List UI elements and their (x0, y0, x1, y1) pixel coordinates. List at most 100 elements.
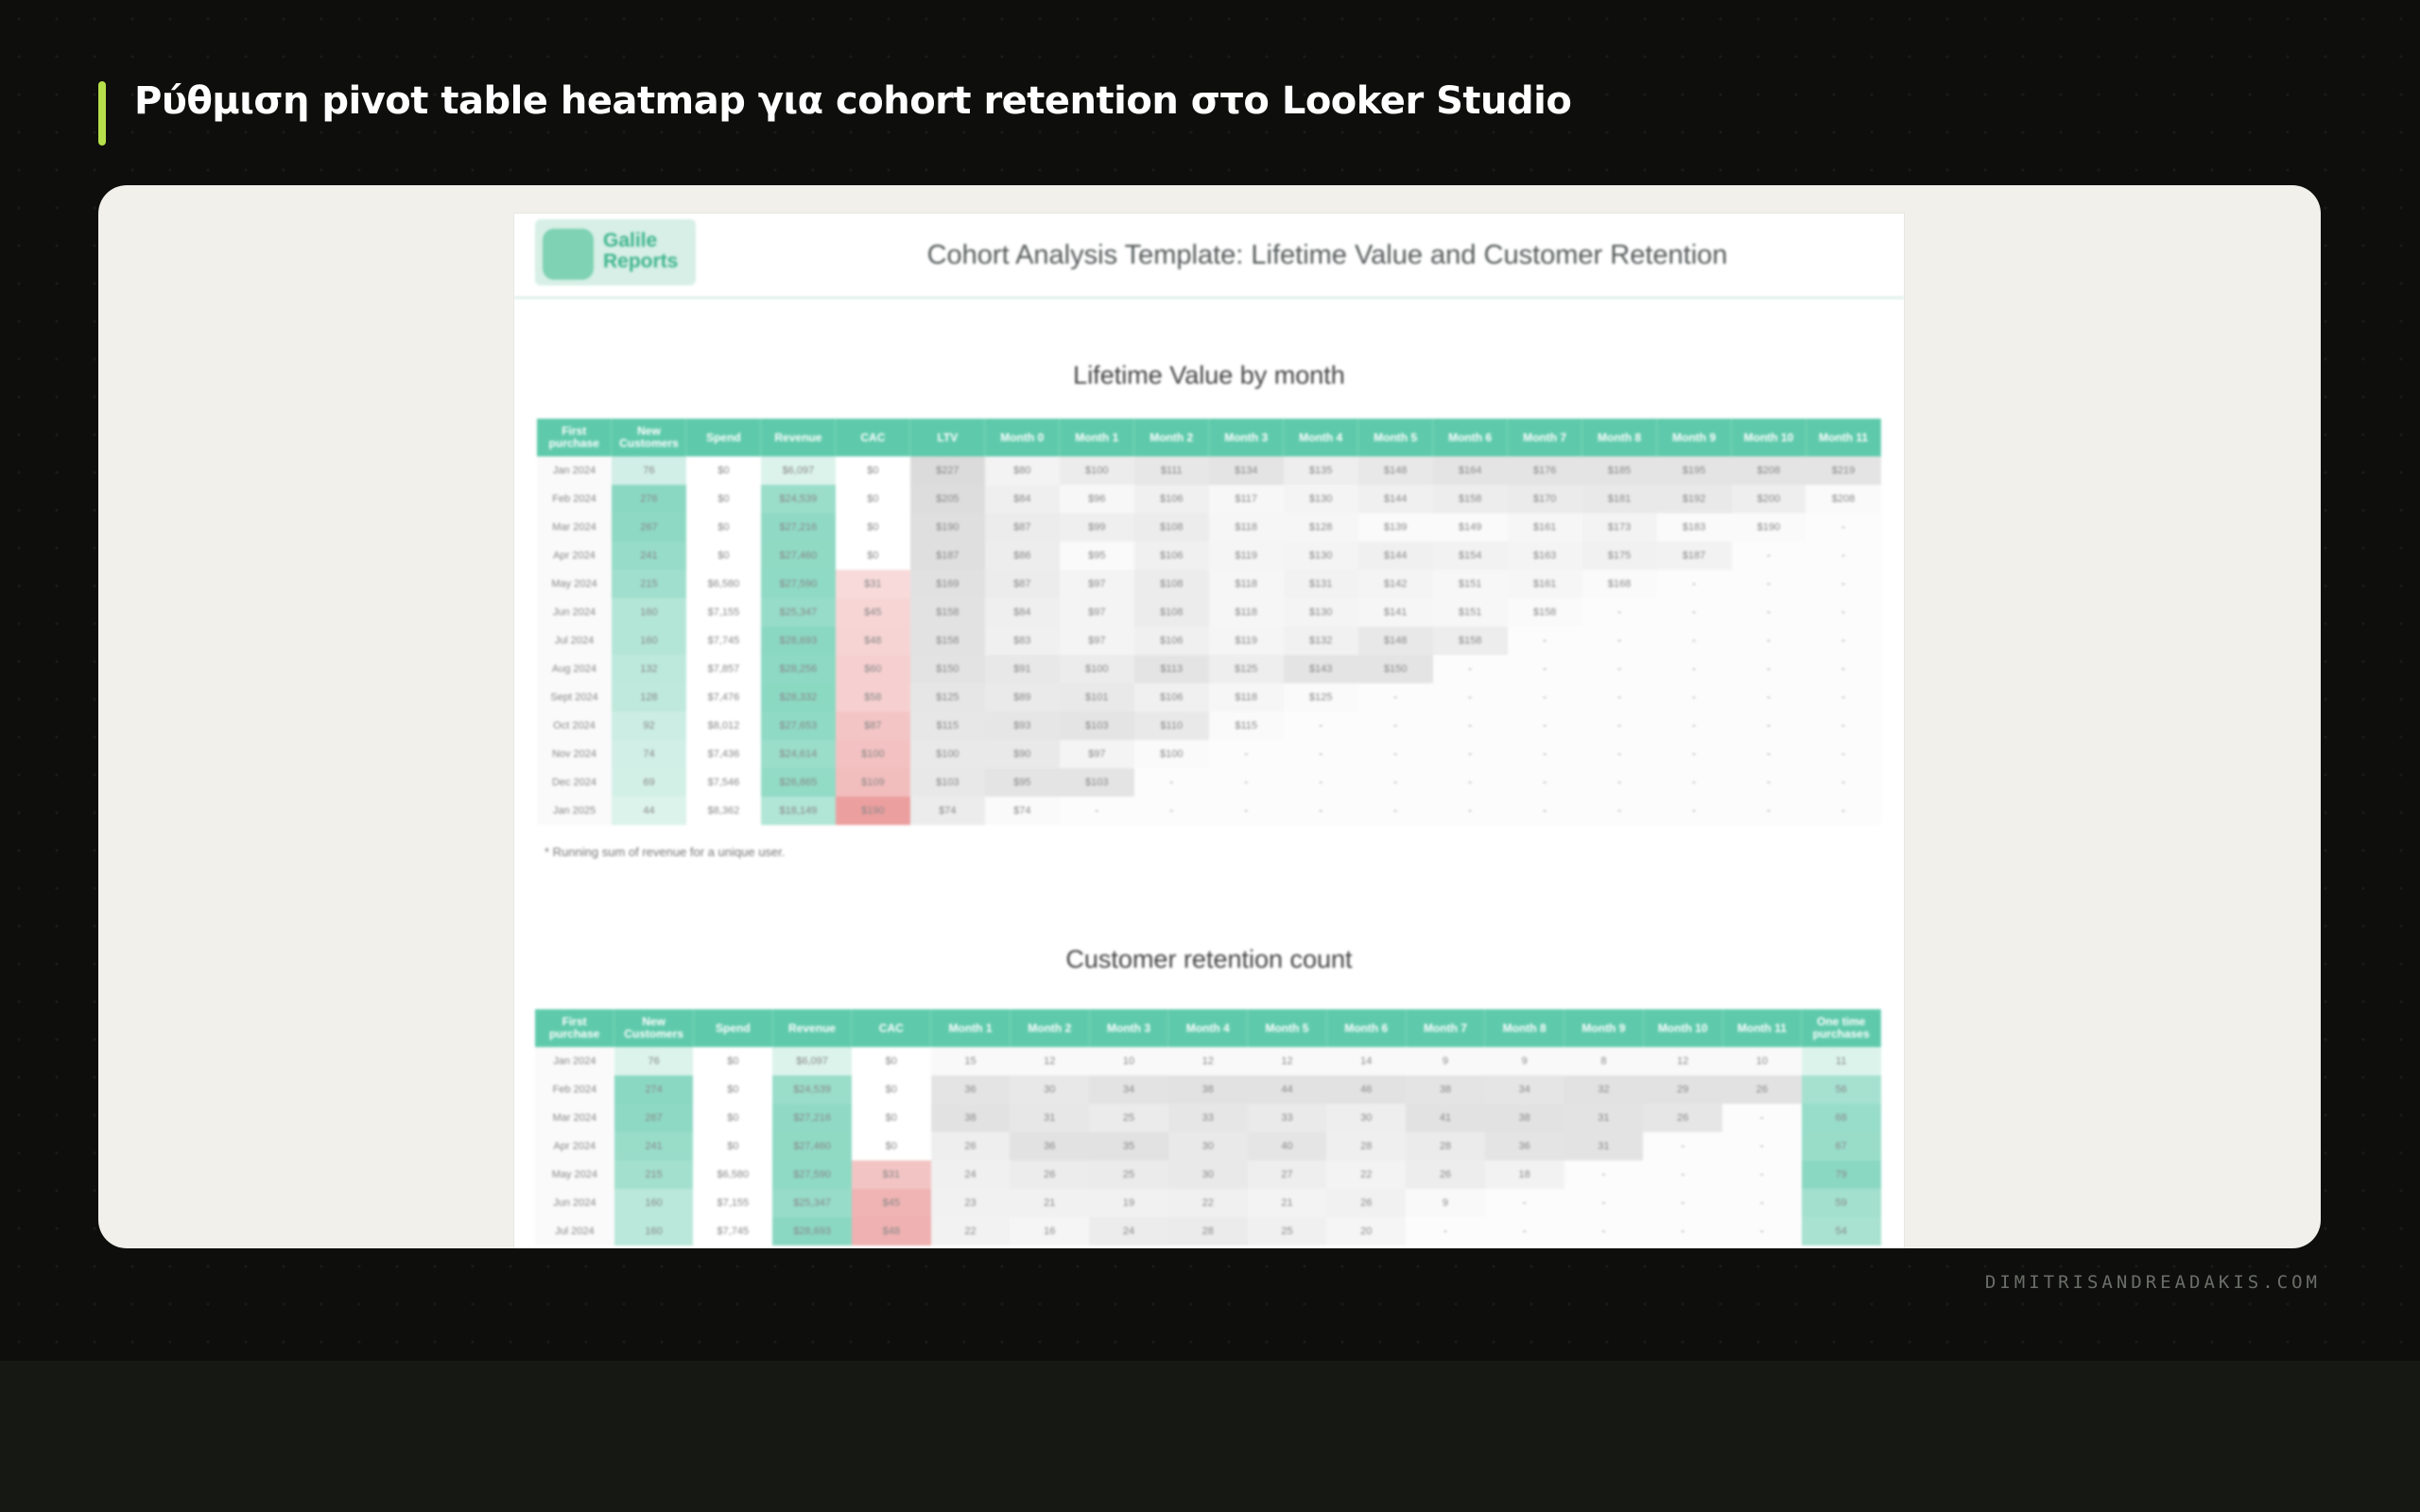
table-cell: $108 (1133, 570, 1209, 598)
table-cell: $0 (835, 541, 910, 570)
table-cell: - (1582, 683, 1657, 712)
table-cell: - (1208, 768, 1284, 797)
table-cell: 35 (1089, 1132, 1168, 1160)
table-cell: $169 (909, 570, 985, 598)
table-cell: $103 (909, 768, 985, 797)
table-cell: Nov 2024 (537, 740, 612, 768)
table-cell: - (1507, 712, 1582, 740)
table-cell: $28,693 (772, 1217, 852, 1246)
table-cell: $103 (1059, 768, 1134, 797)
table-cell: 8 (1564, 1047, 1644, 1075)
table-cell: Jul 2024 (537, 627, 612, 655)
table-cell: 16 (1010, 1217, 1090, 1246)
table-cell: - (1806, 768, 1881, 797)
table-cell: 38 (1406, 1075, 1485, 1104)
table-cell: 24 (930, 1160, 1011, 1189)
table-cell: 23 (930, 1189, 1011, 1217)
table-cell: $27,216 (772, 1104, 852, 1132)
table-cell: $119 (1208, 627, 1284, 655)
table-cell: - (1432, 655, 1508, 683)
column-header: First purchase (535, 1009, 615, 1047)
table-cell: $27,216 (760, 513, 836, 541)
table-cell: - (1564, 1160, 1644, 1189)
table-cell: - (1432, 740, 1508, 768)
table-cell: 41 (1406, 1104, 1485, 1132)
table-cell: $25,347 (760, 598, 836, 627)
table-cell: 11 (1801, 1047, 1881, 1075)
column-header: New Customers (614, 1009, 694, 1047)
table-cell: - (1564, 1189, 1644, 1217)
table-cell: $141 (1357, 598, 1433, 627)
table-cell: $27,460 (772, 1132, 852, 1160)
logo-icon (543, 229, 594, 280)
table-cell: - (1722, 1217, 1802, 1246)
table-cell: 26 (1643, 1104, 1723, 1132)
ltv-footnote: * Running sum of revenue for a unique us… (544, 845, 786, 859)
table-cell: 79 (1801, 1160, 1881, 1189)
table-cell: - (1806, 712, 1881, 740)
table-row: Nov 2024 74 $7,436 $24,614 $100 $100 $90 $97 $10… (537, 740, 1881, 768)
table-cell: - (1582, 740, 1657, 768)
table-cell: 59 (1801, 1189, 1881, 1217)
column-header: Revenue (760, 419, 837, 456)
table-cell: 33 (1167, 1104, 1248, 1132)
table-row: Apr 2024 241 $0 $27,460 $0 $187 $86 $95 $106 $119… (537, 541, 1881, 570)
table-cell: $118 (1208, 513, 1284, 541)
table-cell: $125 (909, 683, 985, 712)
table-cell: 30 (1326, 1104, 1407, 1132)
table-cell: 160 (614, 1189, 694, 1217)
table-cell: $27,590 (772, 1160, 852, 1189)
table-cell: Jan 2024 (537, 456, 612, 485)
table-row: Apr 2024 241 $0 $27,460 $0 26 36 35 30 40 28 28 36 31… (535, 1132, 1881, 1160)
table-cell: $150 (909, 655, 985, 683)
column-header: Month 2 (1133, 419, 1210, 456)
table-cell: - (1432, 797, 1508, 825)
table-cell: - (1656, 627, 1732, 655)
table-cell: $95 (984, 768, 1060, 797)
table-cell: $170 (1507, 485, 1582, 513)
table-cell: 56 (1801, 1075, 1881, 1104)
table-row: Mar 2024 267 $0 $27,216 $0 38 31 25 33 33 30 41 38 31… (535, 1104, 1881, 1132)
table-cell: 12 (1010, 1047, 1090, 1075)
column-header: LTV (909, 419, 986, 456)
table-cell: - (1731, 541, 1806, 570)
retention-cohort-table: First purchase New Customers Spend Revenue C… (535, 1009, 1881, 1246)
column-header: Month 6 (1326, 1009, 1407, 1047)
column-header: CAC (851, 1009, 932, 1047)
column-header: Month 6 (1432, 419, 1509, 456)
column-header: Month 8 (1484, 1009, 1565, 1047)
table-cell: - (1722, 1160, 1802, 1189)
table-cell: - (1731, 655, 1806, 683)
column-header: Spend (685, 419, 762, 456)
table-cell: 25 (1089, 1160, 1168, 1189)
table-cell: $163 (1507, 541, 1582, 570)
table-cell: $96 (1059, 485, 1134, 513)
page-title: Ρύθμιση pivot table heatmap για cohort r… (134, 79, 1572, 123)
table-cell: Aug 2024 (537, 655, 612, 683)
table-cell: - (1582, 598, 1657, 627)
column-header: Month 10 (1643, 1009, 1723, 1047)
table-cell: - (1507, 627, 1582, 655)
table-row: Feb 2024 274 $0 $24,539 $0 36 30 34 38 44 46 38 34 32… (535, 1075, 1881, 1104)
table-cell: $0 (693, 1047, 773, 1075)
table-cell: $27,590 (760, 570, 836, 598)
table-cell: $97 (1059, 740, 1134, 768)
ltv-section-title: Lifetime Value by month (1073, 361, 1345, 389)
table-cell: 30 (1010, 1075, 1090, 1104)
table-cell: - (1656, 797, 1732, 825)
table-cell: 54 (1801, 1217, 1881, 1246)
table-cell: $87 (984, 513, 1060, 541)
table-cell: $164 (1432, 456, 1508, 485)
table-cell: $118 (1208, 598, 1284, 627)
table-cell: Apr 2024 (535, 1132, 614, 1160)
table-cell: 46 (1326, 1075, 1407, 1104)
table-cell: $58 (835, 683, 910, 712)
table-cell: $0 (685, 513, 761, 541)
table-cell: $154 (1432, 541, 1508, 570)
table-cell: 22 (1326, 1160, 1407, 1189)
table-cell: 12 (1167, 1047, 1248, 1075)
table-cell: 26 (1406, 1160, 1485, 1189)
table-cell: 30 (1167, 1160, 1248, 1189)
table-cell: $148 (1357, 627, 1433, 655)
column-header: Month 10 (1731, 419, 1806, 456)
